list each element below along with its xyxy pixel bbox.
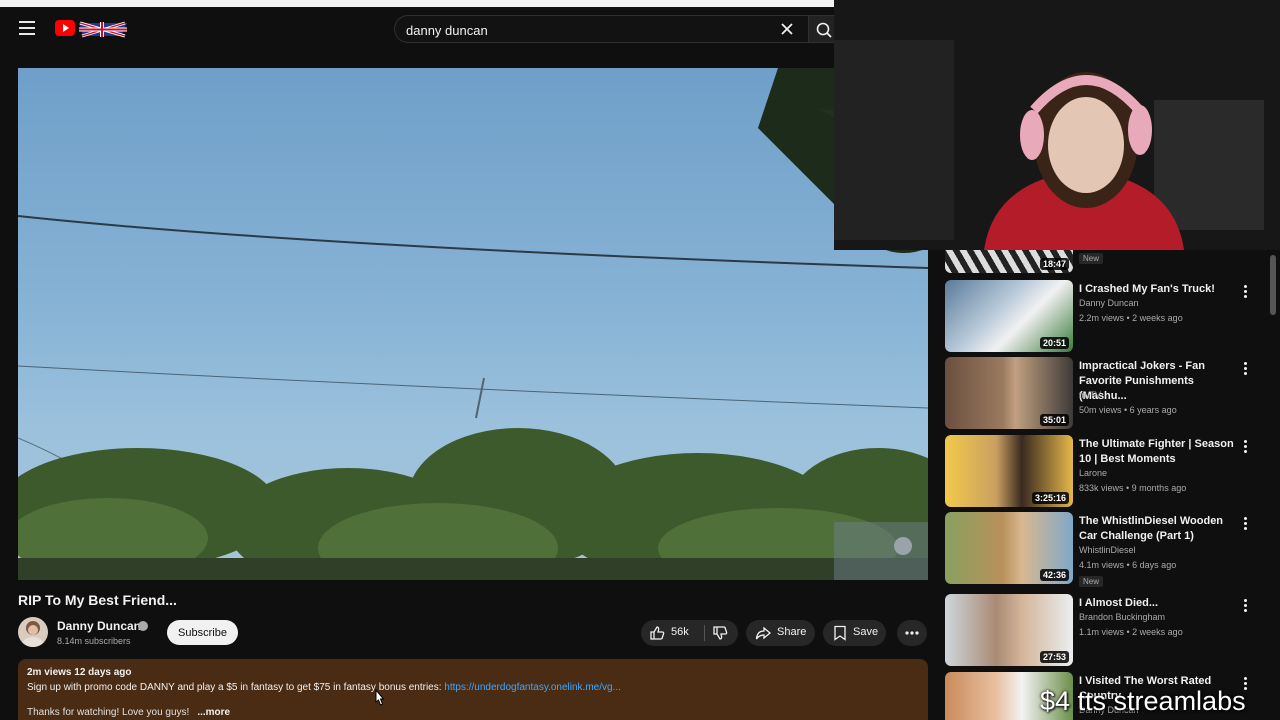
new-badge: New	[1079, 253, 1104, 264]
youtube-logo[interactable]	[55, 19, 129, 39]
mouse-cursor-icon	[375, 689, 385, 706]
show-more-link[interactable]: ...more	[197, 707, 230, 718]
more-vertical-icon[interactable]	[1239, 598, 1251, 614]
recommendation-item[interactable]: 42:36 The WhistlinDiesel Wooden Car Chal…	[945, 512, 1265, 587]
save-label: Save	[853, 626, 879, 638]
recommendation-channel: truTV	[1079, 390, 1102, 400]
recommendation-stats: 4.1m views • 6 days ago	[1079, 560, 1177, 570]
search-box	[394, 15, 808, 43]
recommendation-title: Impractical Jokers - Fan Favorite Punish…	[1079, 360, 1205, 402]
recommendation-item[interactable]: 20:51 I Crashed My Fan's Truck! Danny Du…	[945, 280, 1265, 352]
verified-icon	[138, 621, 148, 631]
video-duration: 20:51	[1039, 337, 1069, 349]
more-vertical-icon[interactable]	[1239, 284, 1251, 300]
bookmark-icon	[834, 625, 846, 641]
channel-avatar[interactable]	[18, 617, 48, 647]
search-input[interactable]	[406, 21, 766, 39]
video-thumbnail[interactable]: 18:47	[945, 250, 1073, 273]
streamer-webcam	[834, 0, 1280, 250]
browser-top-bar	[0, 0, 834, 7]
video-thumbnail[interactable]: 35:01	[945, 357, 1073, 429]
like-button[interactable]: 56k	[641, 620, 703, 646]
recommendation-title: The Ultimate Fighter | Season 10 | Best …	[1079, 438, 1234, 465]
more-horizontal-icon	[905, 631, 919, 635]
video-player[interactable]	[18, 68, 928, 580]
recommendation-stats: 1.1m views • 2 weeks ago	[1079, 627, 1183, 637]
recommendation-stats: 50m views • 6 years ago	[1079, 405, 1177, 415]
video-thumbnail[interactable]: 27:53	[945, 594, 1073, 666]
video-duration: 35:01	[1039, 414, 1069, 426]
recommendation-stats: 2.2m views • 2 weeks ago	[1079, 313, 1183, 323]
dislike-button[interactable]	[707, 620, 737, 646]
description-box[interactable]: 2m views 12 days ago Sign up with promo …	[18, 659, 928, 720]
recommendation-channel: Danny Duncan	[1079, 298, 1139, 308]
video-thumbnail[interactable]: 20:51	[945, 280, 1073, 352]
share-label: Share	[777, 626, 807, 638]
like-dislike-group: 56k	[641, 620, 738, 646]
recommendation-channel: Larone	[1079, 468, 1108, 478]
recommendation-item[interactable]: 3:25:16 The Ultimate Fighter | Season 10…	[945, 435, 1265, 507]
sidebar-scrollbar[interactable]	[1270, 255, 1276, 315]
description-thanks: Thanks for watching! Love you guys!	[27, 707, 190, 718]
more-vertical-icon[interactable]	[1239, 516, 1251, 532]
subscriber-count: 8.14m subscribers	[57, 636, 131, 646]
recommendation-title: I Crashed My Fan's Truck!	[1079, 283, 1215, 295]
more-vertical-icon[interactable]	[1239, 439, 1251, 455]
like-divider	[704, 625, 705, 641]
video-duration: 18:47	[1039, 258, 1069, 270]
recommendation-channel: Brandon Buckingham	[1079, 612, 1166, 622]
recommendation-item[interactable]: 27:53 I Almost Died... Brandon Buckingha…	[945, 594, 1265, 666]
thumbs-up-icon	[650, 626, 665, 640]
recommendation-title: I Almost Died...	[1079, 597, 1159, 609]
save-button[interactable]: Save	[823, 620, 886, 646]
share-icon	[755, 626, 771, 640]
video-frame	[18, 68, 928, 580]
video-duration: 42:36	[1039, 569, 1069, 581]
promo-link[interactable]: https://underdogfantasy.onelink.me/vg...	[444, 682, 621, 693]
view-date-meta: 2m views 12 days ago	[27, 667, 132, 678]
more-actions-button[interactable]	[897, 620, 927, 646]
share-button[interactable]: Share	[746, 620, 815, 646]
thumbs-down-icon	[713, 626, 728, 640]
menu-icon[interactable]	[19, 21, 35, 35]
recommendation-item[interactable]: 18:47 New	[945, 250, 1265, 273]
new-badge: New	[1079, 576, 1104, 587]
description-thanks-line: Thanks for watching! Love you guys! ...mo…	[27, 707, 919, 718]
recommendation-title: The WhistlinDiesel Wooden Car Challenge …	[1079, 515, 1224, 542]
recommendations-list: 18:47 New 20:51 I Crashed My Fan's Truck…	[945, 250, 1265, 720]
video-duration: 3:25:16	[1031, 492, 1069, 504]
recommendation-item[interactable]: 35:01 Impractical Jokers - Fan Favorite …	[945, 357, 1265, 429]
more-vertical-icon[interactable]	[1239, 361, 1251, 377]
subscribe-button[interactable]: Subscribe	[167, 620, 238, 645]
video-thumbnail[interactable]: 42:36	[945, 512, 1073, 584]
description-promo-line: Sign up with promo code DANNY and play a…	[27, 682, 919, 693]
recommendation-channel: WhistlinDiesel	[1079, 545, 1136, 555]
video-duration: 27:53	[1039, 651, 1069, 663]
video-title: RIP To My Best Friend...	[18, 592, 177, 608]
recommendation-stats: 833k views • 9 months ago	[1079, 483, 1187, 493]
clear-search-icon[interactable]	[778, 20, 796, 38]
channel-name[interactable]: Danny Duncan	[57, 619, 141, 633]
streamlabs-watermark: $4 tts streamlabs	[1040, 686, 1246, 716]
video-thumbnail[interactable]: 3:25:16	[945, 435, 1073, 507]
like-count: 56k	[671, 626, 689, 638]
